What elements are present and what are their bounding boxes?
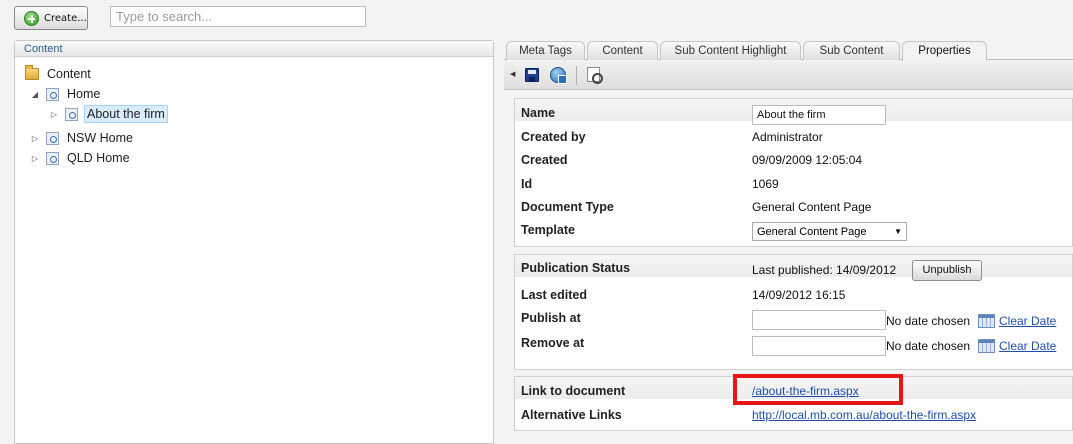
document-info-section: Name About the firm Created by Administr… — [514, 98, 1073, 247]
name-field[interactable]: About the firm — [752, 105, 886, 125]
tab-sub-content[interactable]: Sub Content — [803, 41, 900, 60]
id-label: Id — [521, 177, 533, 191]
remove-at-input[interactable] — [752, 336, 886, 356]
add-icon — [24, 10, 39, 26]
page-icon — [65, 107, 78, 121]
search-input[interactable] — [110, 6, 366, 27]
tree-item-home[interactable]: ◢ Home — [30, 85, 100, 103]
last-edited-value: 14/09/2012 16:15 — [752, 288, 846, 302]
template-label: Template — [521, 223, 575, 237]
preview-icon[interactable] — [587, 67, 603, 84]
tab-properties[interactable]: Properties — [902, 41, 987, 61]
tree-item-about-the-firm[interactable]: ▷ About the firm — [49, 105, 168, 123]
template-select-value: General Content Page — [757, 226, 867, 238]
created-by-value: Administrator — [752, 130, 823, 144]
tree-item-qld-home[interactable]: ▷ QLD Home — [30, 149, 130, 167]
document-type-value: General Content Page — [752, 200, 872, 214]
link-to-document-label: Link to document — [521, 384, 626, 398]
template-select[interactable]: General Content Page ▼ — [752, 222, 907, 241]
alternative-links-label: Alternative Links — [521, 408, 622, 422]
chevron-down-icon: ▼ — [894, 227, 902, 236]
page-icon — [46, 131, 59, 145]
top-toolbar: Create... — [0, 0, 1073, 38]
publish-at-no-date: No date chosen — [886, 314, 971, 328]
created-by-label: Created by — [521, 130, 586, 144]
tree-item-label: QLD Home — [67, 151, 130, 165]
save-and-publish-icon[interactable] — [550, 67, 567, 84]
tab-content[interactable]: Content — [587, 41, 658, 60]
publication-status-value: Last published: 14/09/2012 — [752, 263, 897, 277]
create-button[interactable]: Create... — [14, 6, 88, 30]
annotation-highlight-box — [733, 374, 903, 405]
collapsed-arrow-icon[interactable]: ▷ — [30, 154, 40, 163]
publish-at-input[interactable] — [752, 310, 886, 330]
content-tree-panel: Content Content ◢ Home ▷ About the firm … — [14, 40, 494, 444]
editor-panel: Meta Tags Content Sub Content Highlight … — [504, 40, 1073, 444]
id-value: 1069 — [752, 177, 779, 191]
tree-item-label: About the firm — [84, 105, 168, 123]
content-tree-header: Content — [15, 41, 493, 57]
tree-item-nsw-home[interactable]: ▷ NSW Home — [30, 129, 133, 147]
tree-item-label: Home — [67, 87, 101, 101]
created-value: 09/09/2009 12:05:04 — [752, 153, 863, 167]
expanded-arrow-icon[interactable]: ◢ — [30, 90, 40, 99]
publication-section: Publication Status Last published: 14/09… — [514, 254, 1073, 370]
alternative-link[interactable]: http://local.mb.com.au/about-the-firm.as… — [752, 408, 976, 422]
page-icon — [46, 87, 59, 101]
tab-meta-tags[interactable]: Meta Tags — [506, 41, 585, 60]
collapsed-arrow-icon[interactable]: ▷ — [49, 110, 59, 119]
tree-item-content-root[interactable]: Content — [25, 65, 91, 83]
publication-status-label: Publication Status — [521, 261, 631, 275]
calendar-icon[interactable] — [978, 314, 995, 328]
publish-at-clear-date-link[interactable]: Clear Date — [999, 314, 1056, 328]
unpublish-button[interactable]: Unpublish — [912, 260, 982, 281]
links-section: Link to document /about-the-firm.aspx Al… — [514, 374, 1073, 431]
tab-sub-content-highlight[interactable]: Sub Content Highlight — [660, 41, 801, 60]
remove-at-no-date: No date chosen — [886, 339, 971, 353]
tree-item-label: NSW Home — [67, 131, 133, 145]
tree-item-label: Content — [47, 67, 91, 81]
collapsed-arrow-icon[interactable]: ▷ — [30, 134, 40, 143]
tab-bar: Meta Tags Content Sub Content Highlight … — [504, 40, 1073, 61]
remove-at-clear-date-link[interactable]: Clear Date — [999, 339, 1056, 353]
document-type-label: Document Type — [521, 200, 614, 214]
last-edited-label: Last edited — [521, 288, 587, 302]
page-icon — [46, 151, 59, 165]
publish-at-label: Publish at — [521, 311, 581, 325]
folder-icon — [25, 65, 39, 80]
name-label: Name — [521, 106, 556, 120]
collapse-arrow-icon[interactable]: ◀ — [510, 70, 515, 78]
editor-toolbar: ◀ — [504, 61, 1073, 90]
properties-sections: Name About the firm Created by Administr… — [514, 98, 1073, 431]
create-button-label: Create... — [44, 12, 87, 24]
toolbar-divider — [576, 66, 577, 85]
created-label: Created — [521, 153, 568, 167]
save-icon[interactable] — [525, 68, 539, 82]
calendar-icon[interactable] — [978, 339, 995, 353]
remove-at-label: Remove at — [521, 336, 585, 350]
